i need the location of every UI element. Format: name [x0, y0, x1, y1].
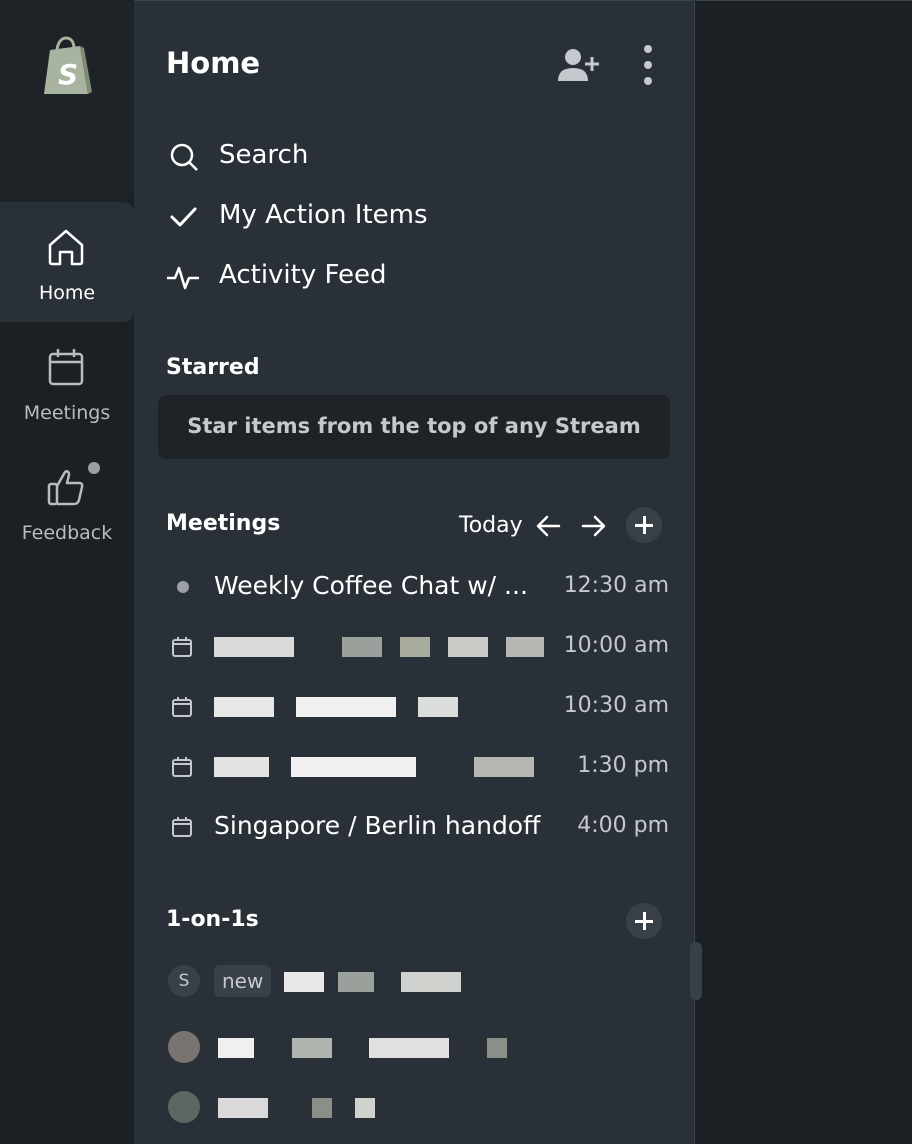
meeting-time: 12:30 am — [563, 573, 669, 598]
new-badge: new — [214, 965, 272, 997]
rail-item-feedback[interactable]: Feedback — [0, 442, 134, 562]
meeting-time: 10:00 am — [563, 633, 669, 658]
arrow-right-icon[interactable] — [575, 508, 611, 544]
rail-item-label: Home — [38, 282, 96, 304]
nav-label: My Action Items — [219, 200, 428, 230]
activity-icon — [167, 266, 199, 290]
one-on-one-row[interactable] — [166, 1083, 626, 1131]
calendar-icon — [48, 349, 84, 386]
svg-text:S: S — [58, 58, 78, 91]
panel-resize-handle[interactable] — [690, 942, 702, 1000]
home-panel: Home Search My Action Items Activity Fee… — [134, 0, 695, 1144]
one-on-one-row[interactable] — [166, 1023, 626, 1071]
one-on-one-row[interactable]: S new — [166, 957, 626, 1005]
starred-title: Starred — [166, 355, 260, 380]
add-one-on-one-button[interactable] — [626, 903, 662, 939]
rail-item-label: Meetings — [23, 402, 111, 424]
nav-activity-feed[interactable]: Activity Feed — [164, 254, 624, 298]
meeting-row[interactable]: Weekly Coffee Chat w/ ... 12:30 am — [164, 563, 669, 611]
avatar — [168, 1031, 200, 1063]
calendar-icon — [172, 697, 192, 717]
meeting-time: 4:00 pm — [577, 813, 669, 838]
calendar-icon — [172, 757, 192, 777]
starred-empty-text: Star items from the top of any Stream — [187, 414, 641, 438]
meeting-row[interactable]: 10:00 am — [164, 623, 669, 671]
logo-area: S — [0, 0, 134, 202]
home-icon — [48, 229, 84, 266]
today-button[interactable]: Today — [459, 513, 523, 538]
status-dot-icon — [177, 581, 189, 593]
more-options-button[interactable] — [624, 41, 672, 89]
meeting-title-redacted — [214, 691, 544, 720]
meetings-title: Meetings — [166, 511, 281, 536]
rail-item-meetings[interactable]: Meetings — [0, 322, 134, 442]
arrow-left-icon[interactable] — [531, 508, 567, 544]
starred-empty-box: Star items from the top of any Stream — [158, 395, 670, 459]
app-rail: S Home Meetings Feedback — [0, 0, 134, 1144]
meeting-row[interactable]: 10:30 am — [164, 683, 669, 731]
calendar-icon — [172, 637, 192, 657]
nav-label: Activity Feed — [219, 260, 387, 290]
meeting-time: 1:30 pm — [577, 753, 669, 778]
thumbs-up-icon — [47, 470, 84, 506]
meeting-title-redacted — [214, 631, 544, 660]
more-vertical-icon — [644, 45, 652, 85]
meeting-title: Weekly Coffee Chat w/ ... — [214, 571, 528, 600]
content-pane — [696, 0, 912, 1144]
add-user-icon — [558, 49, 599, 81]
add-user-button[interactable] — [554, 41, 602, 89]
search-icon — [170, 143, 198, 171]
one-on-ones-title: 1-on-1s — [166, 907, 259, 932]
add-meeting-button[interactable] — [626, 507, 662, 543]
nav-action-items[interactable]: My Action Items — [164, 194, 624, 238]
meeting-title-redacted — [214, 751, 544, 780]
rail-item-home[interactable]: Home — [0, 202, 134, 322]
page-title: Home — [166, 46, 261, 80]
meeting-row[interactable]: Singapore / Berlin handoff 4:00 pm — [164, 803, 669, 851]
avatar — [168, 1091, 200, 1123]
nav-search[interactable]: Search — [164, 134, 624, 178]
notification-dot — [88, 462, 100, 474]
meeting-row[interactable]: 1:30 pm — [164, 743, 669, 791]
one-on-one-name-redacted — [218, 1033, 507, 1061]
calendar-icon — [172, 817, 192, 837]
avatar: S — [168, 965, 200, 997]
meeting-time: 10:30 am — [563, 693, 669, 718]
one-on-one-name-redacted — [218, 1093, 376, 1121]
shopify-logo-icon[interactable]: S — [40, 36, 92, 98]
check-icon — [170, 207, 197, 227]
meeting-title: Singapore / Berlin handoff — [214, 811, 541, 840]
nav-label: Search — [219, 140, 309, 170]
one-on-one-name-redacted — [284, 967, 462, 995]
rail-item-label: Feedback — [21, 522, 113, 544]
